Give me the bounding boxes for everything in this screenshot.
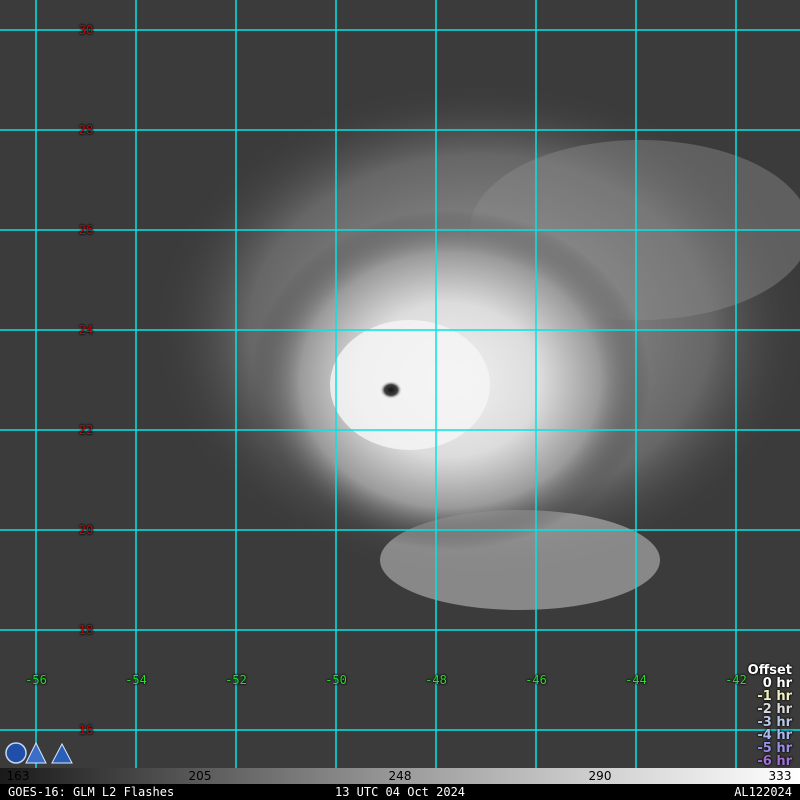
hurricane-eye: [380, 381, 402, 399]
longitude-label: -52: [225, 673, 247, 687]
longitude-label: -46: [525, 673, 547, 687]
temperature-colorbar: 163 205 248 290 333: [0, 768, 800, 784]
caption-bar: GOES-16: GLM L2 Flashes 13 UTC 04 Oct 20…: [0, 784, 800, 800]
latitude-label: 16: [78, 723, 94, 737]
colorbar-tick: 333: [768, 769, 792, 783]
satellite-map: 30 28 26 24 22 20 18 16 -56 -54 -52 -50 -48 -46 -44 -4…: [0, 0, 800, 800]
nesdis-logo-icon: [51, 742, 73, 764]
colorbar-tick: 290: [588, 769, 612, 783]
latitude-label: 22: [78, 423, 94, 437]
latitude-label: 28: [78, 123, 94, 137]
noaa-logo-icon: [5, 742, 27, 764]
latitude-label: 24: [78, 323, 94, 337]
legend-item: -6 hr: [757, 754, 792, 769]
caption-satellite: GOES-16: GLM L2 Flashes: [8, 785, 175, 799]
latitude-label: 30: [78, 23, 94, 37]
colorbar-tick: 205: [188, 769, 212, 783]
longitude-label: -48: [425, 673, 447, 687]
colorbar-tick: 163: [6, 769, 30, 783]
ir-imagery: [0, 0, 800, 768]
agency-logos: [5, 741, 73, 764]
caption-storm-id: AL122024: [734, 785, 792, 799]
longitude-label: -54: [125, 673, 147, 687]
longitude-label: -56: [25, 673, 47, 687]
colorbar-tick: 248: [388, 769, 412, 783]
longitude-label: -50: [325, 673, 347, 687]
longitude-label: -42: [725, 673, 747, 687]
cira-logo-icon: [25, 741, 47, 764]
longitude-label: -44: [625, 673, 647, 687]
offset-legend: Offset 0 hr -1 hr -2 hr -3 hr -4 hr -5 hr -6 h…: [748, 664, 792, 768]
caption-time: 13 UTC 04 Oct 2024: [334, 785, 466, 799]
latitude-label: 20: [78, 523, 94, 537]
latitude-label: 18: [78, 623, 94, 637]
latitude-label: 26: [78, 223, 94, 237]
